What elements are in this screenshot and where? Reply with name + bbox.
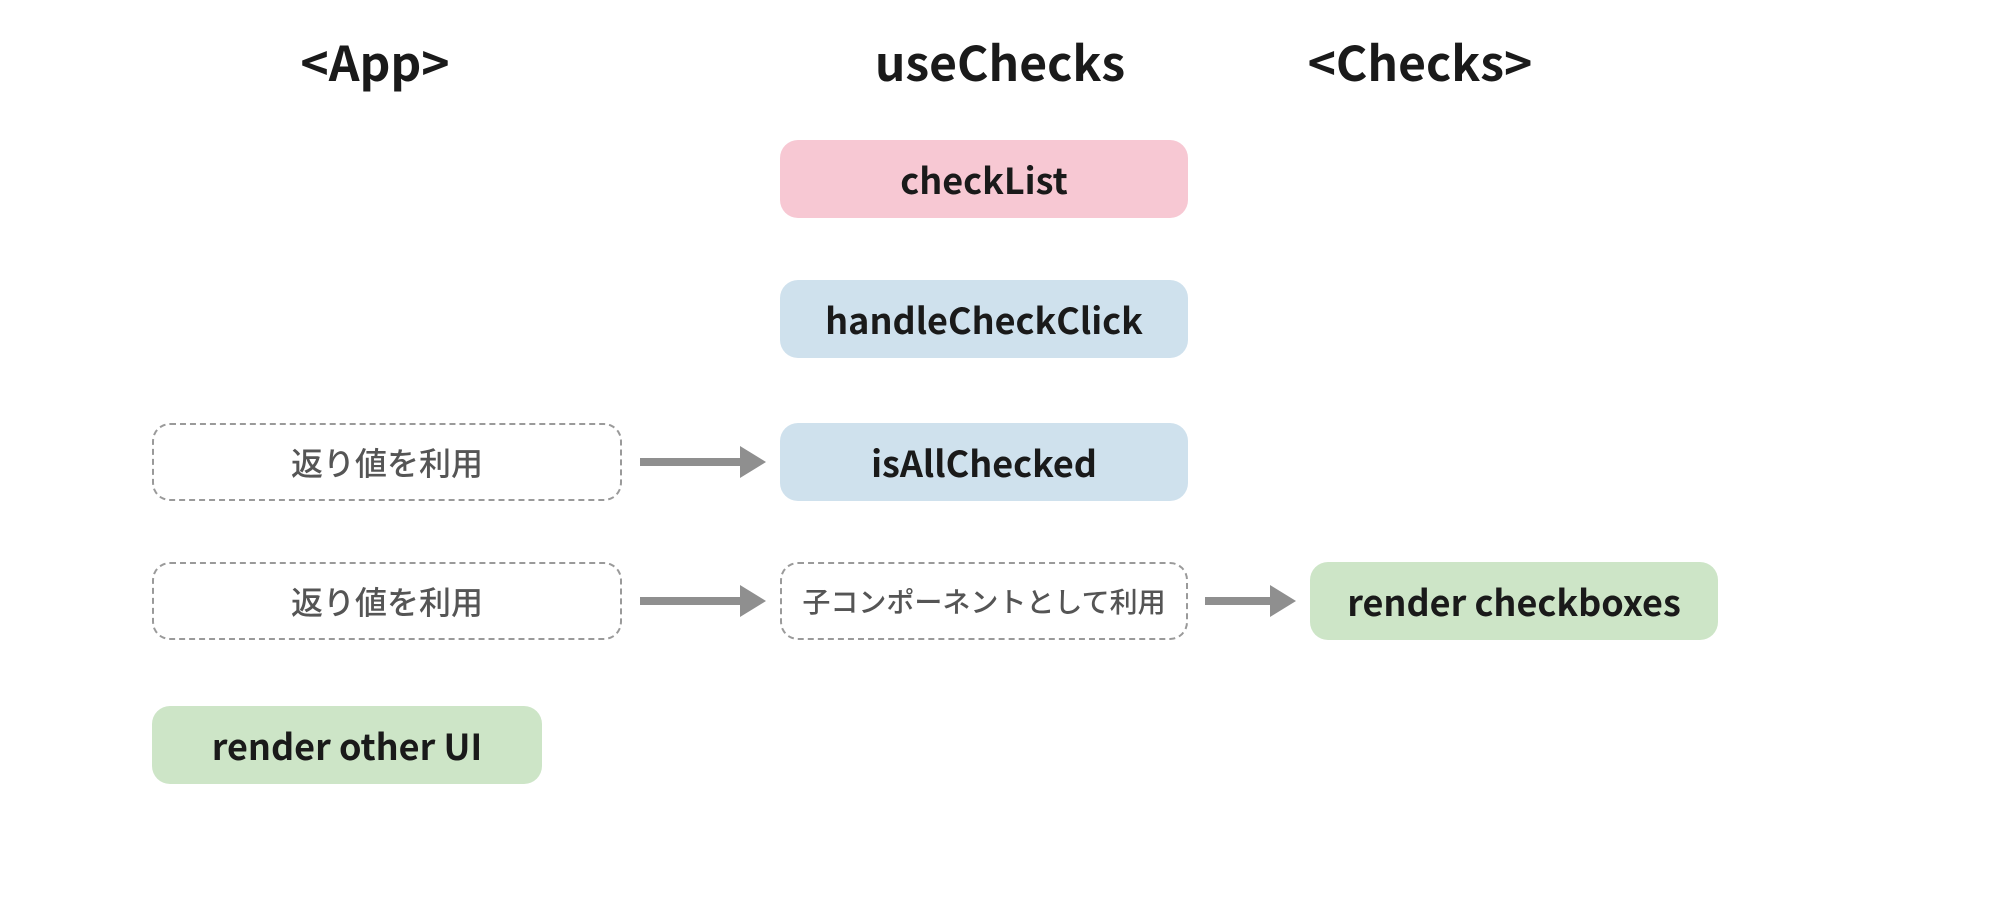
node-checklist: checkList	[780, 140, 1188, 218]
arrow-child-to-render	[1205, 585, 1296, 617]
diagram-container: <App> useChecks <Checks> checkList handl…	[0, 0, 2000, 902]
node-use-return-2: 返り値を利用	[152, 562, 622, 640]
node-use-return-1: 返り値を利用	[152, 423, 622, 501]
arrow-line	[640, 458, 740, 466]
node-handlecheckclick: handleCheckClick	[780, 280, 1188, 358]
node-render-other-ui: render other UI	[152, 706, 542, 784]
node-use-as-child: 子コンポーネントとして利用	[780, 562, 1188, 640]
arrow-line	[1205, 597, 1270, 605]
arrow-return-to-child	[640, 585, 766, 617]
arrow-return-to-isallchecked	[640, 446, 766, 478]
arrow-head-icon	[740, 446, 766, 478]
node-render-checkboxes: render checkboxes	[1310, 562, 1718, 640]
column-header-checks: <Checks>	[1300, 25, 1540, 95]
arrow-line	[640, 597, 740, 605]
arrow-head-icon	[1270, 585, 1296, 617]
column-header-usechecks: useChecks	[870, 25, 1130, 95]
arrow-head-icon	[740, 585, 766, 617]
column-header-app: <App>	[300, 25, 450, 95]
node-isallchecked: isAllChecked	[780, 423, 1188, 501]
